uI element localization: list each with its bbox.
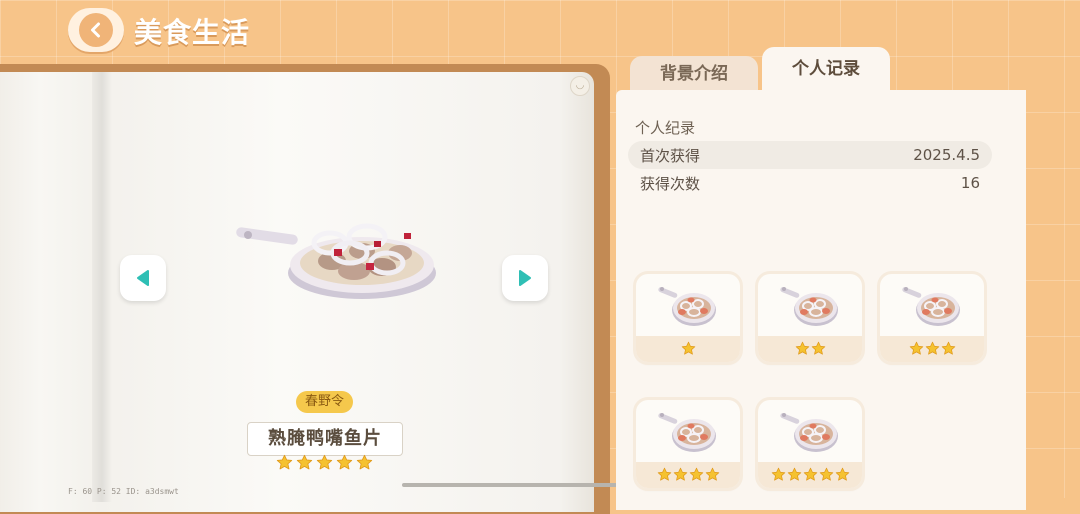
- star-icon: [925, 341, 939, 355]
- star-icon: [803, 467, 817, 481]
- first-obtained-row: 首次获得 2025.4.5: [628, 141, 992, 169]
- variant-stars: [758, 467, 862, 483]
- triangle-left-icon: [137, 270, 149, 286]
- next-dish-button[interactable]: [502, 255, 548, 301]
- dish-thumbnail-icon: [658, 284, 718, 328]
- dish-thumbnail-icon: [902, 284, 962, 328]
- star-icon: [681, 341, 695, 355]
- star-icon: [909, 341, 923, 355]
- variant-card-3[interactable]: [880, 274, 984, 362]
- dish-name: 熟腌鸭嘴鱼片: [247, 422, 403, 456]
- variant-stars: [758, 341, 862, 357]
- star-icon: [835, 467, 849, 481]
- back-arrow-icon: [79, 13, 113, 47]
- prev-dish-button[interactable]: [120, 255, 166, 301]
- variant-card-1[interactable]: [636, 274, 740, 362]
- variant-card-4[interactable]: [636, 400, 740, 488]
- variant-stars: [636, 341, 740, 357]
- star-icon: [771, 467, 785, 481]
- star-icon: [657, 467, 671, 481]
- dish-skillet-image: [236, 223, 436, 299]
- star-icon: [811, 341, 825, 355]
- star-icon: [336, 454, 352, 470]
- record-section-title: 个人纪录: [635, 119, 696, 137]
- star-icon: [941, 341, 955, 355]
- tab-personal-record[interactable]: 个人记录: [762, 47, 890, 95]
- tab-background-intro[interactable]: 背景介绍: [630, 56, 758, 94]
- first-obtained-value: 2025.4.5: [913, 146, 980, 164]
- season-tag: 春野令: [296, 391, 353, 413]
- back-button[interactable]: [68, 8, 124, 52]
- variant-stars: [880, 341, 984, 357]
- star-icon: [356, 454, 372, 470]
- variant-card-2[interactable]: [758, 274, 862, 362]
- star-icon: [705, 467, 719, 481]
- page-corner-icon: ◡: [570, 76, 590, 96]
- dish-thumbnail-icon: [780, 410, 840, 454]
- first-obtained-label: 首次获得: [640, 146, 701, 165]
- obtain-count-label: 获得次数: [640, 174, 701, 193]
- star-icon: [296, 454, 312, 470]
- dish-thumbnail-icon: [658, 410, 718, 454]
- variant-stars: [636, 467, 740, 483]
- obtain-count-row: 获得次数 16: [628, 169, 992, 197]
- star-icon: [787, 467, 801, 481]
- debug-info: F: 60 P: 52 ID: a3dsmwt: [68, 487, 179, 496]
- book-spine: [92, 72, 112, 502]
- star-icon: [673, 467, 687, 481]
- dish-thumbnail-icon: [780, 284, 840, 328]
- star-icon: [819, 467, 833, 481]
- page-title: 美食生活: [134, 16, 251, 49]
- star-icon: [795, 341, 809, 355]
- obtain-count-value: 16: [960, 174, 980, 192]
- variant-card-5[interactable]: [758, 400, 862, 488]
- dish-rating-stars: [272, 454, 376, 472]
- triangle-right-icon: [519, 270, 531, 286]
- star-icon: [689, 467, 703, 481]
- star-icon: [276, 454, 292, 470]
- star-icon: [316, 454, 332, 470]
